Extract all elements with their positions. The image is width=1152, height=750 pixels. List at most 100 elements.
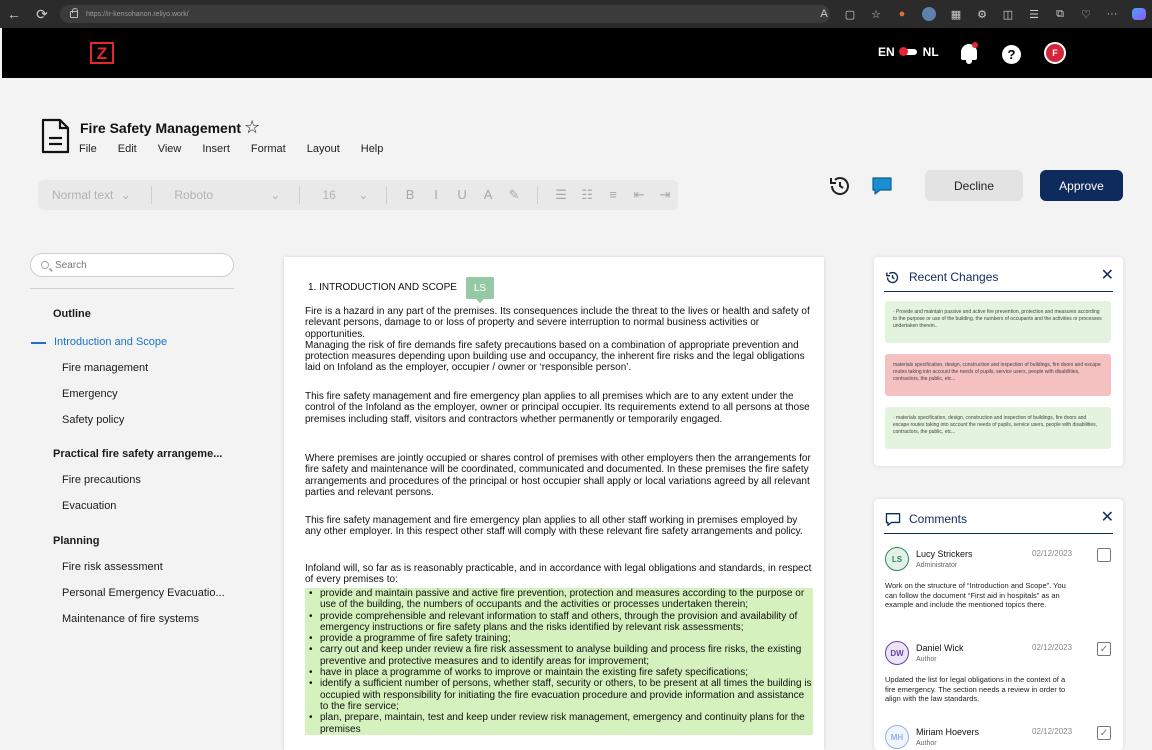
cloud-icon[interactable]: ▦ [950, 8, 962, 21]
menu-item-view[interactable]: View [158, 143, 182, 155]
commenter-avatar: LS [885, 547, 909, 571]
decline-button[interactable]: Decline [925, 170, 1023, 201]
lang-en[interactable]: EN [878, 45, 895, 59]
outline-item[interactable]: Practical fire safety arrangeme... [53, 448, 223, 460]
settings-icon[interactable]: ⚙ [976, 8, 988, 21]
menu-item-layout[interactable]: Layout [307, 143, 340, 155]
approve-button[interactable]: Approve [1040, 170, 1123, 201]
favorite-icon[interactable]: ☆ [870, 8, 882, 21]
menu-item-help[interactable]: Help [361, 143, 384, 155]
notification-bell-icon[interactable] [959, 41, 979, 65]
comment-icon[interactable] [871, 176, 893, 196]
divider [30, 288, 234, 289]
split-screen-icon[interactable]: ◫ [1002, 8, 1014, 21]
indent-button[interactable]: ⇥ [652, 187, 678, 203]
resolve-checkbox[interactable] [1097, 548, 1111, 562]
outline-item[interactable]: Safety policy [62, 414, 232, 426]
comments-panel: Comments ✕ LS Lucy Strickers Administrator… [874, 499, 1123, 750]
outline-item[interactable]: Personal Emergency Evacuatio... [62, 587, 232, 599]
more-icon[interactable]: ··· [1106, 8, 1118, 20]
help-icon[interactable]: ? [1002, 45, 1021, 64]
document-title[interactable]: Fire Safety Management [80, 120, 241, 136]
outdent-button[interactable]: ⇤ [626, 187, 652, 203]
paragraph: This fire safety management and fire eme… [305, 515, 803, 538]
obligations-list: provide and maintain passive and active … [305, 588, 813, 735]
bullet-list-button[interactable]: ☰ [548, 187, 574, 203]
paragraph-style-select[interactable]: Normal text ⌄ [52, 188, 141, 202]
bold-button[interactable]: B [397, 187, 423, 203]
resolve-checkbox[interactable]: ✓ [1097, 726, 1111, 740]
split-icon[interactable]: ▢ [844, 8, 856, 21]
change-item[interactable]: · Provide and maintain passive and activ… [885, 301, 1111, 343]
outline-item[interactable]: Introduction and Scope [54, 336, 224, 348]
toolbar-divider [537, 186, 539, 204]
favorites-icon[interactable]: ☰ [1028, 8, 1040, 21]
read-aloud-icon[interactable]: A [818, 8, 830, 20]
list-item: carry out and keep under review a fire r… [305, 644, 813, 668]
divider [884, 291, 1113, 292]
close-icon[interactable]: ✕ [1101, 507, 1114, 527]
align-button[interactable]: ≡ [600, 187, 626, 203]
author-badge[interactable]: LS [466, 277, 494, 303]
outline-item[interactable]: Planning [53, 535, 223, 547]
history-icon[interactable] [828, 174, 852, 198]
comment-date: 02/12/2023 [1032, 549, 1073, 558]
outline-item[interactable]: Fire management [62, 362, 232, 374]
chevron-down-icon: ⌄ [358, 188, 369, 202]
search-icon [41, 261, 49, 269]
highlight-button[interactable]: ✎ [501, 187, 527, 203]
search-input[interactable] [55, 259, 215, 271]
font-family-select[interactable]: Roboto ⌄ [170, 185, 289, 205]
font-size-select[interactable]: 16 ⌄ [318, 188, 376, 202]
copilot-icon[interactable] [1132, 8, 1146, 20]
change-item[interactable]: materials specification, design, constru… [885, 354, 1111, 396]
user-avatar[interactable]: F [1044, 42, 1066, 64]
address-bar[interactable]: https://ir-kensohanon.reliyo.work/ [60, 5, 830, 23]
list-item: provide comprehensible and relevant info… [305, 610, 813, 634]
collections-icon[interactable]: ⧉ [1054, 8, 1066, 21]
chevron-down-icon: ⌄ [270, 188, 281, 202]
comment-date: 02/12/2023 [1032, 643, 1073, 652]
menu-item-edit[interactable]: Edit [118, 143, 137, 155]
numbered-list-button[interactable]: ☷ [574, 187, 600, 203]
document-page[interactable]: 1. INTRODUCTION AND SCOPE LS Fire is a h… [284, 257, 824, 750]
language-toggle[interactable] [898, 47, 917, 56]
commenter-avatar: DW [885, 641, 909, 665]
refresh-icon[interactable]: ⟳ [28, 6, 56, 23]
comment-date: 02/12/2023 [1032, 727, 1073, 736]
paragraph: This fire safety management and fire eme… [305, 391, 810, 425]
menu-item-format[interactable]: Format [251, 143, 286, 155]
outline-item[interactable]: Fire risk assessment [62, 561, 232, 573]
browser-toolbar: ← ⟳ https://ir-kensohanon.reliyo.work/ A… [0, 0, 1152, 28]
chevron-down-icon: ⌄ [120, 188, 131, 202]
close-icon[interactable]: ✕ [1101, 265, 1114, 285]
history-icon [886, 271, 899, 284]
underline-button[interactable]: U [449, 187, 475, 203]
outline-item[interactable]: Maintenance of fire systems [62, 613, 232, 625]
text-color-button[interactable]: A [475, 187, 501, 203]
italic-button[interactable]: I [423, 187, 449, 203]
back-icon[interactable]: ← [0, 6, 28, 22]
paragraph: Infoland will, so far as is reasonably p… [305, 563, 812, 586]
menu-item-insert[interactable]: Insert [202, 143, 230, 155]
lang-nl[interactable]: NL [923, 45, 939, 59]
outline-item[interactable]: Evacuation [62, 500, 232, 512]
profile-icon[interactable] [922, 7, 936, 21]
extension-icon[interactable]: ● [896, 8, 908, 20]
commenter-name: Lucy Strickers [916, 549, 973, 559]
language-switch[interactable]: EN NL [878, 45, 939, 59]
section-heading: 1. INTRODUCTION AND SCOPE [308, 282, 457, 293]
comment-icon [885, 513, 901, 526]
outline-item[interactable]: Fire precautions [62, 474, 232, 486]
url-text: https://ir-kensohanon.reliyo.work/ [86, 10, 189, 18]
star-icon[interactable]: ☆ [244, 117, 260, 138]
logo[interactable]: Z [90, 42, 114, 64]
outline-search[interactable] [30, 253, 234, 277]
outline-item[interactable]: Emergency [62, 388, 232, 400]
change-item[interactable]: · materials specification, design, const… [885, 407, 1111, 449]
performance-icon[interactable]: ♡ [1080, 8, 1092, 21]
format-buttons: B I U A ✎ [397, 187, 527, 203]
resolve-checkbox[interactable]: ✓ [1097, 642, 1111, 656]
toolbar-divider [151, 186, 153, 204]
menu-item-file[interactable]: File [79, 143, 97, 155]
